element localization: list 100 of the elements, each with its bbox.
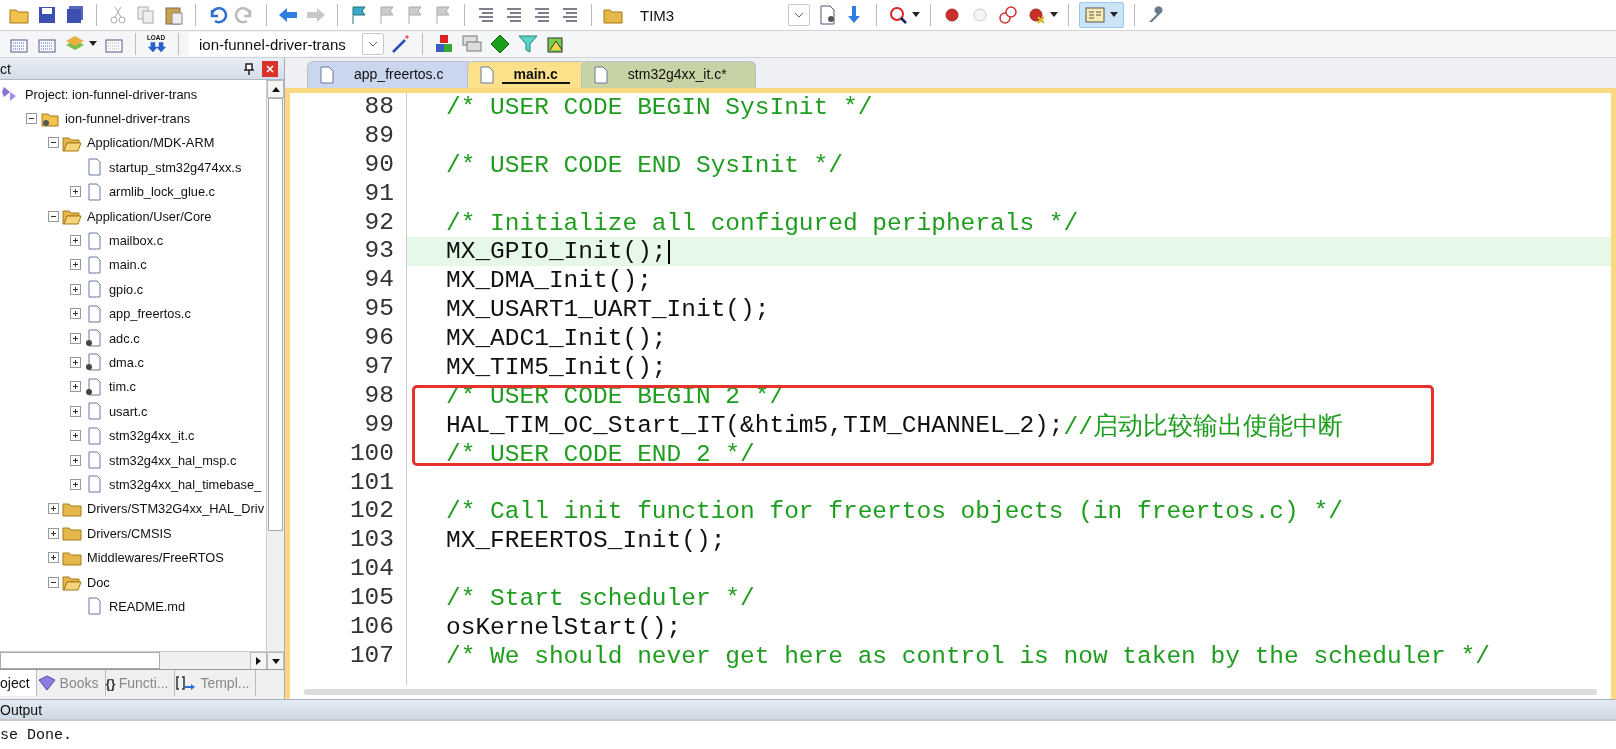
code-line: /* We should never get here as control is now taken by the scheduler */ [445, 641, 1491, 671]
code-line: MX_DMA_Init(); [445, 266, 653, 296]
tree-item[interactable]: Drivers/STM32G4xx_HAL_Driv [87, 501, 265, 517]
tree-item[interactable]: app_freertos.c [109, 306, 191, 322]
expand-icon[interactable] [70, 332, 81, 344]
expand-icon[interactable] [48, 503, 59, 515]
editor-tab[interactable]: stm32g4xx_it.c* [580, 61, 756, 88]
line-number: 89 [363, 121, 395, 151]
magic-wand-icon[interactable] [390, 33, 412, 55]
debug-magnifier-icon[interactable] [887, 4, 909, 26]
component-blocks-icon[interactable] [433, 33, 455, 55]
line-number: 88 [363, 93, 395, 122]
scroll-up-button[interactable] [267, 80, 284, 98]
expand-icon[interactable] [70, 186, 81, 198]
collapse-icon[interactable] [48, 137, 59, 149]
expand-icon[interactable] [48, 552, 59, 564]
vertical-scrollbar[interactable] [266, 80, 284, 651]
braces-icon: {} [105, 675, 116, 691]
tree-item[interactable]: armlib_lock_glue.c [109, 184, 215, 200]
caret-icon [1110, 12, 1118, 18]
expand-icon[interactable] [70, 381, 81, 393]
horizontal-scrollbar[interactable] [304, 689, 1597, 695]
expand-icon[interactable] [48, 527, 59, 539]
line-number: 100 [348, 439, 395, 469]
expand-icon[interactable] [70, 430, 81, 442]
panel-tab[interactable]: {} Functi... [105, 670, 176, 696]
clipboard-icon[interactable] [163, 4, 185, 26]
line-number: 93 [363, 237, 395, 267]
panel-tab[interactable]: oject [0, 670, 37, 696]
line-number: 107 [348, 641, 395, 671]
tree-item[interactable]: README.md [109, 598, 186, 614]
tree-item[interactable]: stm32g4xx_it.c [109, 428, 195, 444]
line-number: 104 [348, 555, 395, 585]
line-number: 106 [348, 613, 395, 642]
scroll-right-button[interactable] [250, 652, 267, 670]
circles-icon[interactable] [997, 4, 1019, 26]
tree-item[interactable]: tim.c [109, 379, 136, 395]
tree-item[interactable]: ion-funnel-driver-trans [65, 111, 191, 127]
floppy-disks-icon[interactable] [64, 4, 86, 26]
code-line: osKernelStart(); [445, 613, 683, 642]
file-icon [320, 66, 334, 84]
tree-item[interactable]: usart.c [109, 403, 148, 419]
code-line: /* Initialize all configured peripherals */ [445, 208, 1080, 238]
tree-item[interactable]: Drivers/CMSIS [87, 525, 172, 541]
code-line: /* USER CODE END SysInit */ [445, 150, 844, 180]
line-number: 105 [348, 584, 395, 614]
expand-icon[interactable] [70, 405, 81, 417]
collapse-icon[interactable] [48, 210, 59, 222]
tree-item[interactable]: adc.c [109, 330, 140, 346]
target-combo[interactable]: ion-funnel-driver-trans [189, 32, 384, 56]
collapse-icon[interactable] [26, 113, 37, 125]
code-line: MX_USART1_UART_Init(); [445, 295, 771, 325]
window-layout-icon [1085, 7, 1105, 23]
code-line: MX_FREERTOS_Init(); [445, 526, 727, 556]
code-line: HAL_TIM_OC_Start_IT(&htim5,TIM_CHANNEL_2);//启动比较输出使能中断 [445, 410, 1344, 440]
tree-item[interactable]: main.c [109, 257, 147, 273]
expand-icon[interactable] [70, 478, 81, 490]
caret-icon[interactable] [1050, 12, 1058, 18]
window-layout-button[interactable] [1079, 2, 1124, 28]
tree-item[interactable]: mailbox.c [109, 233, 164, 249]
tree-item[interactable]: dma.c [109, 355, 144, 370]
down-triangle-icon [271, 658, 280, 664]
tree-item[interactable]: startup_stm32g474xx.s [109, 159, 242, 175]
file-icon [593, 66, 608, 84]
tree-item[interactable]: Application/MDK-ARM [87, 135, 215, 151]
diamond-icon[interactable] [489, 33, 511, 55]
line-number: 97 [363, 353, 395, 382]
expand-icon[interactable] [70, 454, 81, 466]
tree-item[interactable]: Application/User/Core [87, 208, 212, 224]
pin-icon[interactable] [244, 62, 254, 75]
code-line: /* Start scheduler */ [445, 584, 756, 614]
tree-item[interactable]: Doc [87, 574, 110, 590]
line-number: 95 [363, 295, 395, 325]
tree-item[interactable]: Project: ion-funnel-driver-trans [25, 86, 198, 102]
expand-icon[interactable] [70, 259, 81, 271]
panel-title: ct [0, 60, 11, 77]
funnel-icon[interactable] [517, 33, 539, 55]
collapse-icon[interactable] [48, 576, 59, 588]
code-line: /* USER CODE END 2 */ [445, 439, 756, 469]
right-triangle-icon [256, 657, 261, 665]
line-number: 96 [363, 324, 395, 353]
stacked-windows-icon[interactable] [461, 33, 483, 55]
line-number: 99 [363, 410, 395, 440]
tree-item[interactable]: stm32g4xx_hal_msp.c [109, 452, 237, 468]
expand-icon[interactable] [70, 235, 81, 247]
tree-item[interactable]: stm32g4xx_hal_timebase_ [109, 476, 262, 492]
code-line: /* USER CODE BEGIN SysInit */ [445, 93, 874, 122]
code-line: MX_TIM5_Init(); [445, 353, 668, 382]
close-button[interactable] [262, 60, 278, 77]
chevron-icon [368, 41, 378, 47]
caret-icon[interactable] [912, 12, 920, 18]
scroll-down-button[interactable] [267, 652, 284, 670]
horizontal-scrollbar[interactable] [0, 651, 284, 669]
expand-icon[interactable] [70, 357, 81, 368]
tree-item[interactable]: gpio.c [109, 281, 144, 297]
up-triangle-icon [271, 86, 280, 92]
expand-icon[interactable] [70, 283, 81, 295]
expand-icon[interactable] [70, 308, 81, 320]
caret-icon[interactable] [89, 41, 97, 47]
tree-item[interactable]: Middlewares/FreeRTOS [87, 550, 224, 566]
